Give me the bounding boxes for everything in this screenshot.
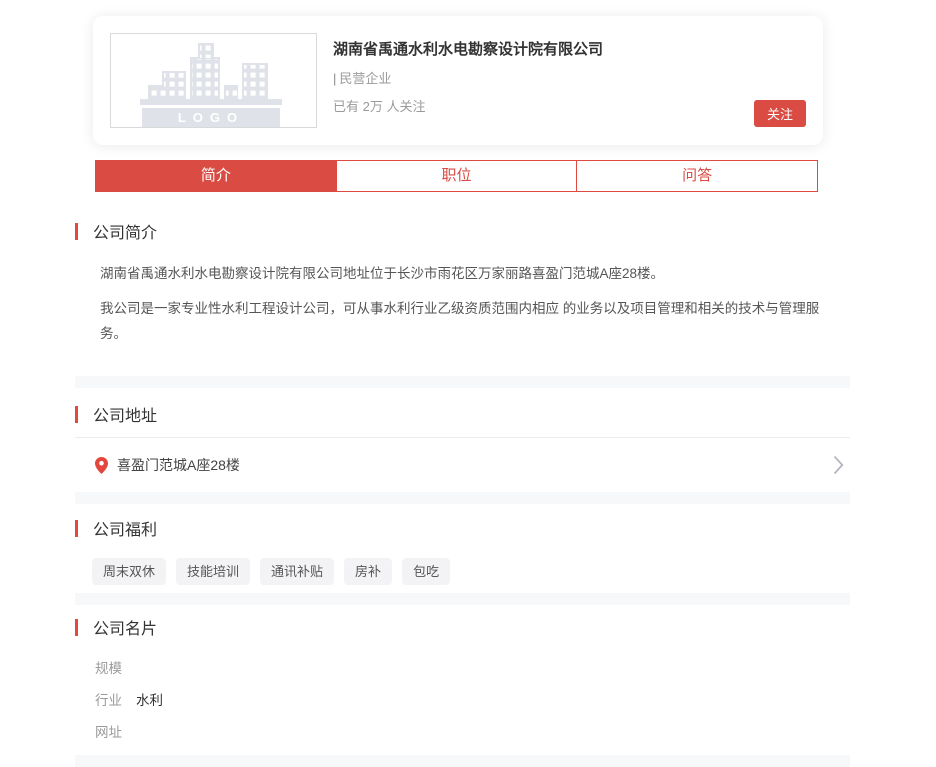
section-title-benefits: 公司福利 — [93, 516, 157, 540]
company-name: 湖南省禹通水利水电勘察设计院有限公司 — [333, 38, 603, 59]
buildings-logo-icon: LOGO — [132, 35, 296, 127]
profile-value: 水利 — [136, 689, 163, 709]
profile-row-scale: 规模 — [95, 657, 850, 677]
address-row[interactable]: 喜盈门范城A座28楼 — [75, 438, 850, 492]
tab-bar: 简介 职位 问答 — [95, 160, 818, 192]
tab-intro[interactable]: 简介 — [95, 160, 337, 192]
type-divider: | — [333, 71, 336, 86]
company-header-card: LOGO 湖南省禹通水利水电勘察设计院有限公司 |民营企业 已有 2万 人关注 … — [93, 16, 823, 145]
section-header-intro: 公司简介 — [75, 219, 850, 243]
section-header-profile: 公司名片 — [75, 615, 850, 639]
profile-label: 网址 — [95, 721, 122, 741]
section-divider-band — [75, 593, 850, 605]
section-divider-band — [75, 492, 850, 504]
intro-paragraph: 我公司是一家专业性水利工程设计公司，可从事水利行业乙级资质范围内相应 的业务以及… — [100, 296, 825, 346]
company-type: |民营企业 — [333, 68, 603, 87]
section-divider-band — [75, 755, 850, 767]
benefit-tag: 周末双休 — [92, 558, 166, 585]
section-divider-band — [75, 376, 850, 388]
logo-placeholder-text: LOGO — [177, 110, 243, 125]
location-pin-icon — [95, 457, 108, 474]
profile-row-industry: 行业 水利 — [95, 689, 850, 709]
follow-button[interactable]: 关注 — [754, 100, 806, 127]
benefit-tag: 技能培训 — [176, 558, 250, 585]
company-info: 湖南省禹通水利水电勘察设计院有限公司 |民营企业 已有 2万 人关注 — [333, 33, 603, 128]
company-type-label: 民营企业 — [339, 71, 391, 86]
company-profile-page: LOGO 湖南省禹通水利水电勘察设计院有限公司 |民营企业 已有 2万 人关注 … — [0, 0, 936, 767]
company-logo-box: LOGO — [110, 33, 317, 128]
section-title-address: 公司地址 — [93, 402, 157, 426]
content-sections: 公司简介 湖南省禹通水利水电勘察设计院有限公司地址位于长沙市雨花区万家丽路喜盈门… — [75, 219, 850, 767]
section-accent-bar — [75, 520, 78, 537]
section-accent-bar — [75, 223, 78, 240]
company-followers: 已有 2万 人关注 — [333, 96, 603, 115]
section-accent-bar — [75, 619, 78, 636]
benefit-tag-row: 周末双休 技能培训 通讯补贴 房补 包吃 — [92, 558, 850, 585]
benefit-tag: 通讯补贴 — [260, 558, 334, 585]
profile-row-website: 网址 — [95, 721, 850, 741]
benefit-tag: 房补 — [344, 558, 392, 585]
section-title-intro: 公司简介 — [93, 219, 157, 243]
profile-label: 规模 — [95, 657, 122, 677]
benefit-tag: 包吃 — [402, 558, 450, 585]
section-accent-bar — [75, 406, 78, 423]
tab-qa[interactable]: 问答 — [576, 160, 818, 192]
section-header-benefits: 公司福利 — [75, 516, 850, 540]
tab-jobs[interactable]: 职位 — [336, 160, 578, 192]
section-header-address: 公司地址 — [75, 402, 850, 426]
intro-paragraph: 湖南省禹通水利水电勘察设计院有限公司地址位于长沙市雨花区万家丽路喜盈门范城A座2… — [100, 261, 825, 286]
profile-label: 行业 — [95, 689, 122, 709]
address-text: 喜盈门范城A座28楼 — [117, 455, 240, 475]
chevron-right-icon — [833, 455, 844, 475]
section-title-profile: 公司名片 — [93, 615, 157, 639]
